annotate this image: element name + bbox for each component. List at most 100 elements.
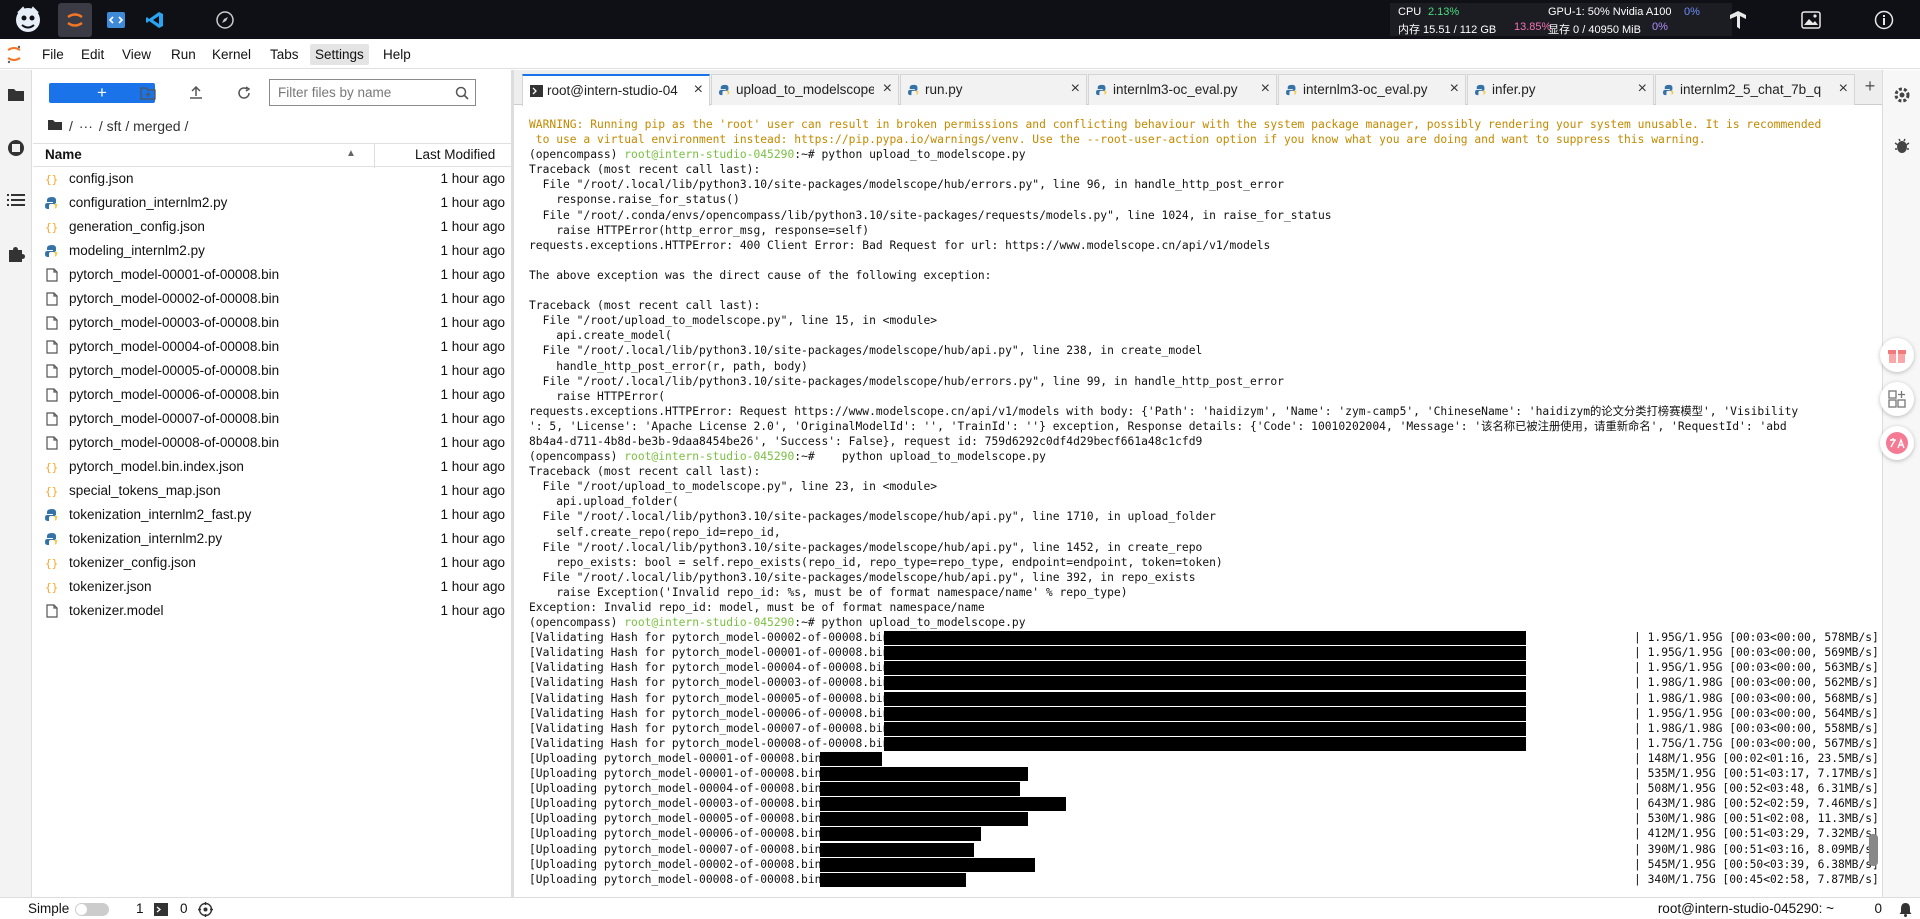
folder-home-icon[interactable] [47, 118, 63, 134]
running-kernels-icon[interactable] [4, 136, 28, 160]
menu-run[interactable]: Run [166, 44, 201, 65]
jupyter-mascot-icon[interactable] [11, 3, 45, 37]
table-of-contents-icon[interactable] [4, 188, 28, 212]
progress-line: [Validating Hash for pytorch_model-00008… [529, 736, 1879, 751]
file-row[interactable]: tokenization_internlm2.py 1 hour ago [33, 527, 511, 551]
tab-2[interactable]: run.py × [900, 74, 1087, 105]
tab-6[interactable]: internlm2_5_chat_7b_q × [1655, 74, 1855, 105]
close-tab-icon[interactable]: × [1261, 80, 1270, 98]
file-name: pytorch_model-00008-of-00008.bin [69, 435, 280, 450]
upload-icon[interactable] [184, 82, 208, 104]
file-name: pytorch_model-00007-of-00008.bin [69, 411, 280, 426]
file-row[interactable]: pytorch_model-00002-of-00008.bin 1 hour a… [33, 287, 511, 311]
file-row[interactable]: pytorch_model-00008-of-00008.bin 1 hour a… [33, 431, 511, 455]
progress-stats: | 1.95G/1.95G [00:03<00:00, 563MB/s] [1634, 661, 1879, 675]
close-tab-icon[interactable]: × [1839, 80, 1848, 98]
extensions-puzzle-icon[interactable] [4, 242, 28, 266]
column-divider[interactable] [374, 144, 375, 168]
code-server-icon[interactable] [99, 3, 133, 37]
terminal-icon [530, 85, 543, 97]
terminal-status-icon[interactable] [154, 903, 168, 919]
file-name: config.json [69, 171, 134, 186]
add-tab-button[interactable]: + [1861, 76, 1879, 97]
progress-stats: | 545M/1.95G [00:50<03:39, 6.38MB/s] [1634, 857, 1879, 871]
menu-edit[interactable]: Edit [76, 44, 109, 65]
file-row[interactable]: {} pytorch_model.bin.index.json 1 hour ago [33, 455, 511, 479]
jupyterlab-app-icon[interactable] [58, 3, 92, 37]
kernel-count[interactable]: 1 [136, 901, 144, 916]
menu-tabs[interactable]: Tabs [265, 44, 304, 65]
terminal-count[interactable]: 0 [180, 901, 188, 916]
file-row[interactable]: {} config.json 1 hour ago [33, 167, 511, 191]
vscode-icon[interactable] [138, 3, 172, 37]
file-row[interactable]: pytorch_model-00005-of-00008.bin 1 hour a… [33, 359, 511, 383]
new-folder-icon[interactable] [136, 82, 160, 104]
progress-bar [820, 767, 1028, 782]
terminal-panel[interactable]: WARNING: Running pip as the 'root' user … [514, 106, 1882, 897]
file-icon [45, 388, 59, 402]
progress-stats: | 1.98G/1.98G [00:03<00:00, 558MB/s] [1634, 721, 1879, 735]
grid-apps-icon[interactable] [1880, 382, 1914, 416]
file-row[interactable]: pytorch_model-00001-of-00008.bin 1 hour a… [33, 263, 511, 287]
bell-icon[interactable] [1899, 902, 1912, 919]
breadcrumb-ellipsis[interactable]: ··· [79, 118, 93, 134]
progress-line: [Validating Hash for pytorch_model-00003… [529, 675, 1879, 691]
compass-icon[interactable] [208, 3, 242, 37]
python-file-icon [1475, 84, 1488, 96]
column-modified-header[interactable]: Last Modified [415, 147, 495, 162]
simple-mode-toggle[interactable] [75, 903, 109, 916]
tab-3[interactable]: internlm3-oc_eval.py × [1088, 74, 1277, 105]
image-icon[interactable] [1794, 3, 1828, 37]
filter-files-input[interactable] [270, 80, 450, 105]
terminal-line: (opencompass) root@intern-studio-045290:… [529, 147, 1879, 162]
close-tab-icon[interactable]: × [1071, 80, 1080, 98]
file-row[interactable]: configuration_internlm2.py 1 hour ago [33, 191, 511, 215]
refresh-icon[interactable] [232, 82, 256, 104]
tab-5[interactable]: infer.py × [1467, 74, 1654, 105]
tab-0[interactable]: root@intern-studio-04 × [522, 74, 710, 106]
close-tab-icon[interactable]: × [694, 81, 703, 99]
menu-kernel[interactable]: Kernel [207, 44, 256, 65]
close-tab-icon[interactable]: × [1450, 80, 1459, 98]
progress-bar [820, 797, 1066, 812]
file-row[interactable]: tokenization_internlm2_fast.py 1 hour ago [33, 503, 511, 527]
file-row[interactable]: modeling_internlm2.py 1 hour ago [33, 239, 511, 263]
json-file-icon: {} [45, 220, 59, 234]
progress-bar [884, 646, 1526, 661]
file-modified: 1 hour ago [440, 531, 505, 546]
extension-status-icon[interactable] [198, 902, 213, 919]
property-inspector-gear-icon[interactable] [1892, 85, 1912, 105]
tab-1[interactable]: upload_to_modelscope × [711, 74, 899, 105]
translate-icon[interactable] [1880, 426, 1914, 460]
close-tab-icon[interactable]: × [1638, 80, 1647, 98]
gift-icon[interactable] [1880, 338, 1914, 372]
close-tab-icon[interactable]: × [883, 80, 892, 98]
breadcrumb-root[interactable]: / [69, 118, 73, 134]
tab-4[interactable]: internlm3-oc_eval.py × [1278, 74, 1466, 105]
menu-settings[interactable]: Settings [310, 44, 369, 65]
menu-view[interactable]: View [117, 44, 156, 65]
column-name-header[interactable]: Name [45, 147, 82, 162]
file-row[interactable]: {} special_tokens_map.json 1 hour ago [33, 479, 511, 503]
progress-line: [Uploading pytorch_model-00008-of-00008.… [529, 872, 1879, 887]
progress-bar [884, 676, 1526, 691]
progress-line: [Validating Hash for pytorch_model-00005… [529, 691, 1879, 706]
menu-file[interactable]: File [37, 44, 69, 65]
file-row[interactable]: {} tokenizer_config.json 1 hour ago [33, 551, 511, 575]
terminal-line: api.upload_folder( [529, 495, 679, 509]
file-row[interactable]: {} tokenizer.json 1 hour ago [33, 575, 511, 599]
terminal-scrollbar[interactable] [1869, 834, 1878, 866]
file-row[interactable]: tokenizer.model 1 hour ago [33, 599, 511, 623]
menu-help[interactable]: Help [378, 44, 416, 65]
file-row[interactable]: pytorch_model-00007-of-00008.bin 1 hour a… [33, 407, 511, 431]
breadcrumb-path[interactable]: / sft / merged / [99, 118, 188, 134]
tensorflow-icon[interactable] [1721, 3, 1755, 37]
vram-label: 显存 0 / 40950 MiB [1548, 24, 1641, 36]
debugger-bug-icon[interactable] [1892, 136, 1912, 156]
file-row[interactable]: pytorch_model-00004-of-00008.bin 1 hour a… [33, 335, 511, 359]
file-row[interactable]: pytorch_model-00006-of-00008.bin 1 hour a… [33, 383, 511, 407]
file-row[interactable]: {} generation_config.json 1 hour ago [33, 215, 511, 239]
folder-icon[interactable] [4, 82, 28, 106]
file-row[interactable]: pytorch_model-00003-of-00008.bin 1 hour a… [33, 311, 511, 335]
info-icon[interactable] [1867, 3, 1901, 37]
